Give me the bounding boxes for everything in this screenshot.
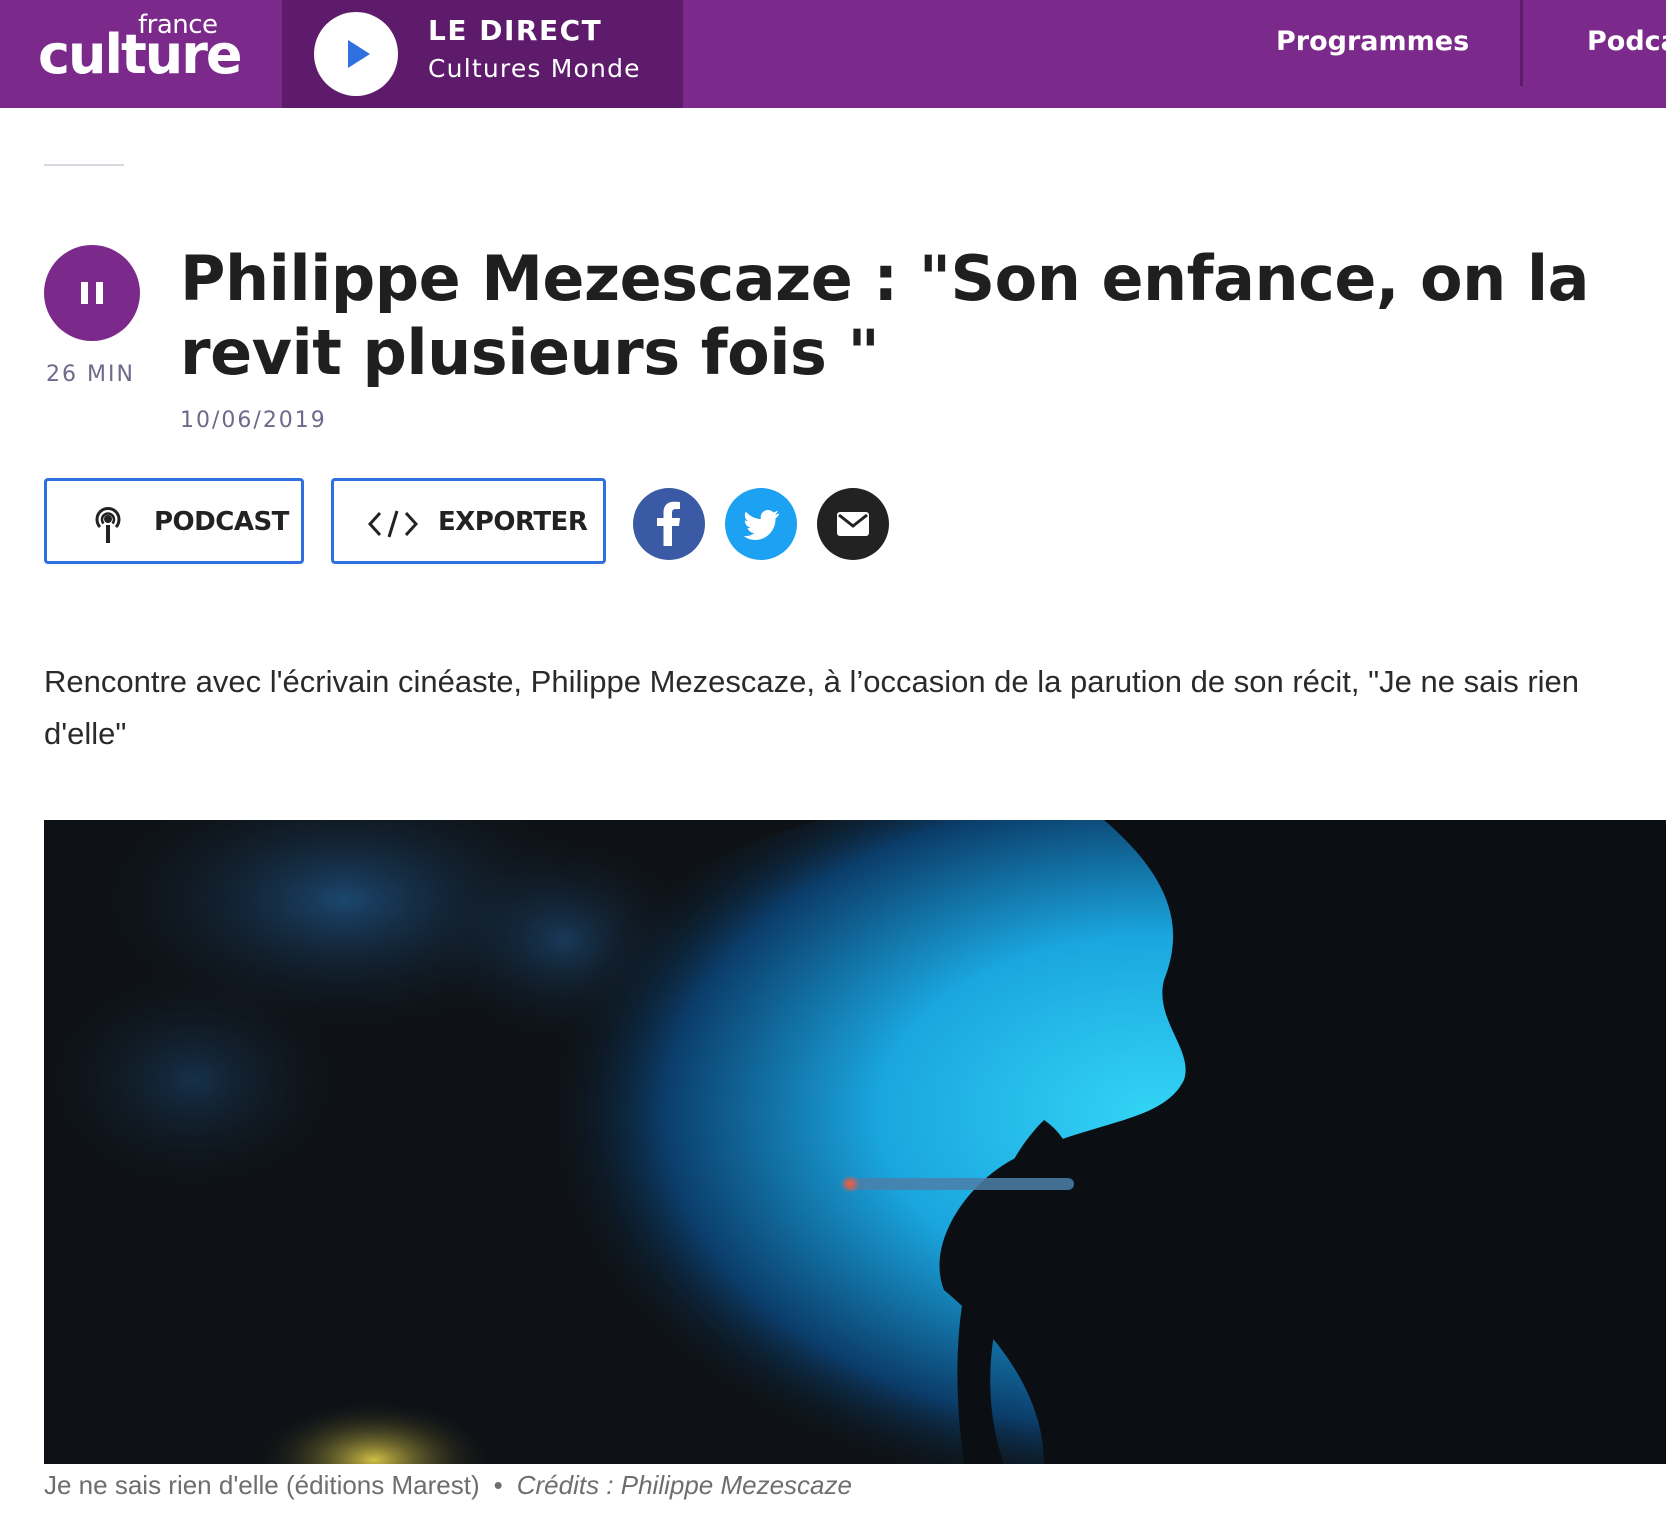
- page-title: Philippe Mezescaze : "Son enfance, on la…: [180, 242, 1589, 389]
- image-credit: Crédits : Philippe Mezescaze: [516, 1470, 852, 1500]
- play-icon: [348, 40, 370, 68]
- export-label: EXPORTER: [438, 507, 588, 537]
- podcast-label: PODCAST: [154, 507, 289, 537]
- article-lead: Rencontre avec l'écrivain cinéaste, Phil…: [44, 664, 1580, 751]
- twitter-icon: [743, 509, 779, 540]
- code-icon: [368, 510, 418, 538]
- share-facebook-button[interactable]: [633, 488, 705, 560]
- episode-duration: 26 MIN: [46, 362, 135, 387]
- caption-separator: •: [493, 1470, 503, 1500]
- hero-image: [44, 820, 1666, 1464]
- live-station: Cultures Monde: [428, 54, 641, 83]
- caption-text: Je ne sais rien d'elle (éditions Marest): [44, 1470, 480, 1500]
- logo-culture-text: culture: [38, 23, 242, 86]
- header-divider: [44, 164, 124, 166]
- france-culture-logo[interactable]: france culture: [38, 10, 242, 100]
- export-button[interactable]: EXPORTER: [331, 478, 606, 564]
- facebook-icon: [657, 501, 680, 546]
- image-caption: Je ne sais rien d'elle (éditions Marest)…: [44, 1470, 852, 1501]
- pause-icon: [81, 282, 88, 304]
- share-email-button[interactable]: [817, 488, 889, 560]
- episode-date: 10/06/2019: [180, 408, 327, 433]
- live-label: LE DIRECT: [428, 14, 603, 47]
- top-navbar: france culture LE DIRECT Cultures Monde …: [0, 0, 1666, 108]
- share-twitter-button[interactable]: [725, 488, 797, 560]
- podcast-button[interactable]: PODCAST: [44, 478, 304, 564]
- live-player[interactable]: LE DIRECT Cultures Monde: [282, 0, 683, 108]
- nav-item-podcasts[interactable]: Podca: [1587, 26, 1666, 57]
- nav-item-programmes[interactable]: Programmes: [1276, 26, 1469, 57]
- nav-divider: [1520, 0, 1523, 86]
- play-button[interactable]: [314, 12, 398, 96]
- pause-button[interactable]: [44, 245, 140, 341]
- podcast-icon: [95, 507, 121, 543]
- email-icon: [837, 512, 869, 536]
- smoking-silhouette-illustration: [44, 820, 1666, 1464]
